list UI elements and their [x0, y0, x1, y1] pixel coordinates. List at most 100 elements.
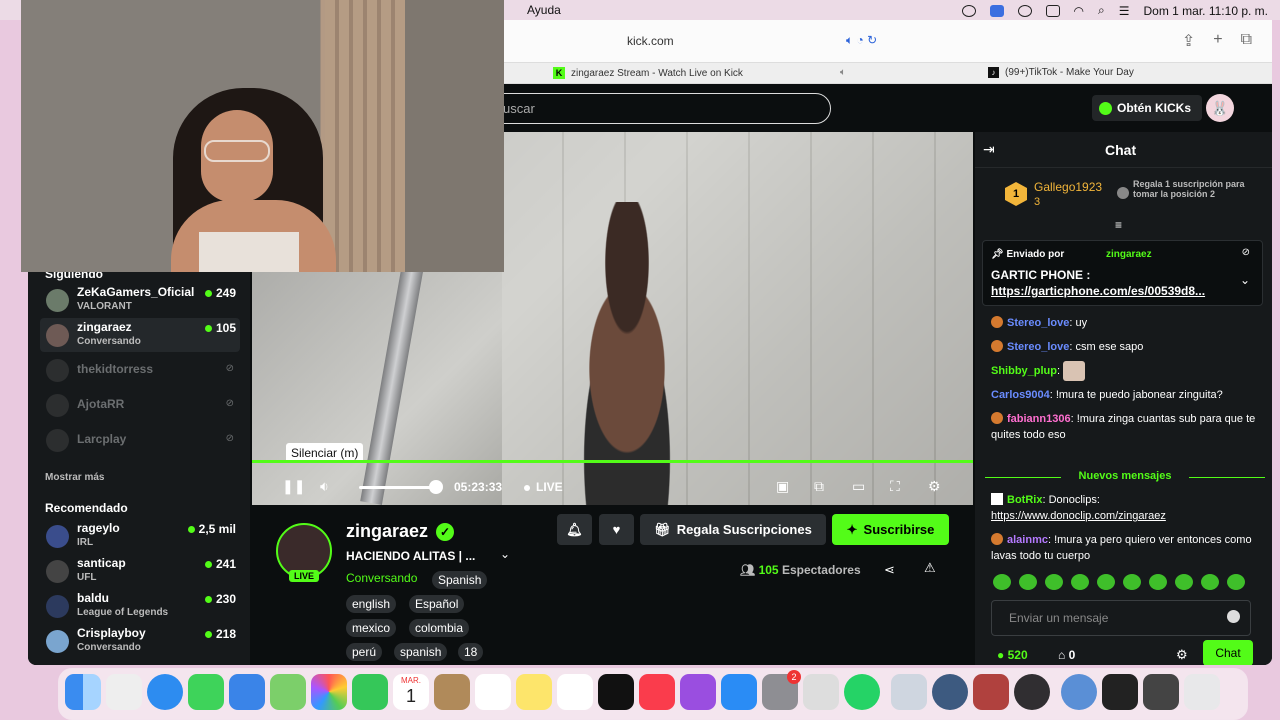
menu-help[interactable]: Ayuda — [527, 3, 561, 17]
tv-icon[interactable] — [598, 674, 634, 710]
chat-username[interactable]: Stereo_love — [1007, 341, 1069, 353]
progress-bar[interactable] — [252, 460, 973, 463]
status-circle-icon[interactable] — [961, 4, 976, 17]
follow-button[interactable]: ♥ — [599, 514, 634, 545]
stream-category[interactable]: Conversando — [346, 571, 417, 585]
whatsapp-icon[interactable] — [844, 674, 880, 710]
emote-icon[interactable] — [1175, 574, 1193, 590]
iphone-mirroring-icon[interactable] — [803, 674, 839, 710]
sidebar-item-zingaraez[interactable]: zingaraez Conversando 105 — [40, 318, 240, 352]
leader-name[interactable]: Gallego1923 — [1034, 180, 1102, 194]
appstore-icon[interactable] — [721, 674, 757, 710]
report-icon[interactable]: ⚠ — [924, 560, 936, 576]
control-center-icon[interactable]: ☰ — [1119, 4, 1130, 18]
gift-prompt[interactable]: Regala 1 suscripción para tomar la posic… — [1133, 179, 1248, 199]
emote-icon[interactable] — [1071, 574, 1089, 590]
gift-subs-button[interactable]: 🎁︎ Regala Suscripciones — [640, 514, 826, 545]
chat-username[interactable]: Carlos9004 — [991, 389, 1050, 401]
tab-kick[interactable]: K zingaraez Stream - Watch Live on Kick — [553, 67, 743, 79]
play-icon[interactable] — [1017, 4, 1032, 17]
globe-icon[interactable] — [1061, 674, 1097, 710]
tag-english[interactable]: english — [346, 595, 397, 613]
tag-colombia[interactable]: colombia — [409, 619, 470, 637]
music-icon[interactable] — [639, 674, 675, 710]
chat-username[interactable]: Shibby_plup — [991, 365, 1057, 377]
tag-espanol[interactable]: Español — [409, 595, 465, 613]
pinned-by-user[interactable]: zingaraez — [1106, 249, 1152, 260]
emoji-picker-icon[interactable] — [1227, 610, 1240, 623]
reminders-icon[interactable] — [475, 674, 511, 710]
live-indicator[interactable]: LIVE — [524, 480, 563, 494]
chat-username[interactable]: Stereo_love — [1007, 317, 1069, 329]
wifi-icon[interactable]: ◠ — [1074, 4, 1084, 18]
collapse-chat-icon[interactable]: ⇥ — [983, 141, 995, 158]
channel-name[interactable]: zingaraez — [346, 521, 428, 542]
search-input[interactable]: uscar — [478, 93, 831, 124]
sidebar-item-larcplay[interactable]: Larcplay ⊘ — [40, 423, 240, 457]
pause-icon[interactable]: ❚❚ — [282, 478, 305, 495]
dictionary-icon[interactable] — [973, 674, 1009, 710]
safari-icon[interactable] — [147, 674, 183, 710]
get-kicks-button[interactable]: Obtén KICKs — [1092, 95, 1202, 121]
tab-overview-icon[interactable]: ⧉ — [1241, 31, 1252, 51]
emote-icon[interactable] — [1045, 574, 1063, 590]
emote-icon[interactable] — [1227, 574, 1245, 590]
emote-icon[interactable] — [1201, 574, 1219, 590]
settings-icon[interactable]: 2 — [762, 670, 801, 710]
tag-peru[interactable]: perú — [346, 643, 383, 661]
mail-icon[interactable] — [229, 674, 265, 710]
sidebar-item-rageylo[interactable]: rageylo IRL 2,5 mil — [40, 519, 240, 553]
theater-icon[interactable]: ▭ — [852, 478, 865, 495]
chevron-down-icon[interactable]: ⌄ — [1240, 273, 1250, 287]
chevron-down-icon[interactable]: ⌄ — [500, 547, 510, 561]
emote-icon[interactable] — [1149, 574, 1167, 590]
freeform-icon[interactable] — [557, 674, 593, 710]
chat-username[interactable]: fabiann1306 — [1007, 413, 1071, 425]
clock[interactable]: Dom 1 mar. 11:10 p. m. — [1144, 4, 1269, 18]
tab-tiktok[interactable]: ♪ (99+)TikTok - Make Your Day — [988, 67, 1134, 78]
clip-icon[interactable]: ⧉ — [814, 478, 824, 495]
pinned-link[interactable]: https://garticphone.com/es/00539d8... — [991, 284, 1231, 298]
calendar-icon[interactable]: MAR. 1 — [393, 674, 429, 710]
quicktime-icon[interactable] — [932, 674, 968, 710]
channel-points[interactable]: ● 520 — [997, 648, 1028, 662]
messages-icon[interactable] — [188, 674, 224, 710]
settings-gear-icon[interactable]: ⚙ — [928, 478, 941, 495]
address-bar[interactable]: kick.com — [627, 34, 674, 48]
volume-handle[interactable] — [429, 480, 443, 494]
finder-icon[interactable] — [65, 674, 101, 710]
share-icon[interactable]: ⋖ — [884, 562, 895, 578]
volume-slider[interactable] — [359, 486, 439, 489]
chat-username[interactable]: alainmc — [1007, 534, 1048, 546]
photos-icon[interactable] — [311, 674, 347, 710]
new-tab-icon[interactable]: + — [1213, 31, 1222, 51]
emote-icon[interactable] — [1123, 574, 1141, 590]
chat-send-button[interactable]: Chat — [1203, 640, 1253, 665]
tag-18[interactable]: 18 — [458, 643, 484, 661]
sidebar-item-crisplayboy[interactable]: Crisplayboy Conversando 218 — [40, 624, 240, 658]
subscribe-button[interactable]: ✦ Suscribirse — [832, 514, 949, 545]
maps-icon[interactable] — [270, 674, 306, 710]
sidebar-item-santicap[interactable]: santicap UFL 241 — [40, 554, 240, 588]
sidebar-item-baldu[interactable]: baldu League of Legends 230 — [40, 589, 240, 623]
emote-icon[interactable] — [993, 574, 1011, 590]
battery-icon[interactable] — [1045, 4, 1060, 17]
launchpad-icon[interactable] — [106, 674, 142, 710]
chat-settings-icon[interactable]: ⚙ — [1176, 647, 1188, 663]
contacts-icon[interactable] — [434, 674, 470, 710]
screenshot-icon[interactable] — [1102, 674, 1138, 710]
tag-spanish[interactable]: Spanish — [432, 571, 488, 589]
chat-link[interactable]: https://www.donoclip.com/zingaraez — [991, 510, 1166, 522]
screen-mirror-icon[interactable] — [989, 4, 1004, 17]
new-messages-divider[interactable]: Nuevos mensajes — [985, 470, 1265, 486]
user-avatar[interactable]: 🐰 — [1206, 94, 1234, 122]
audio-playing-icon[interactable]: 🔈︎ ◔ ↻ — [846, 33, 877, 48]
tab-audio-icon[interactable]: 🔈︎ — [840, 67, 846, 78]
sidebar-item-ajotarr[interactable]: AjotaRR ⊘ — [40, 388, 240, 422]
obs-icon[interactable] — [1014, 674, 1050, 710]
chat-input[interactable]: Enviar un mensaje — [991, 600, 1251, 636]
video-thumb-icon[interactable] — [1143, 674, 1179, 710]
facetime-icon[interactable] — [352, 674, 388, 710]
spotlight-icon[interactable]: ⌕ — [1098, 3, 1105, 18]
share-icon[interactable]: ⇪ — [1182, 31, 1195, 51]
